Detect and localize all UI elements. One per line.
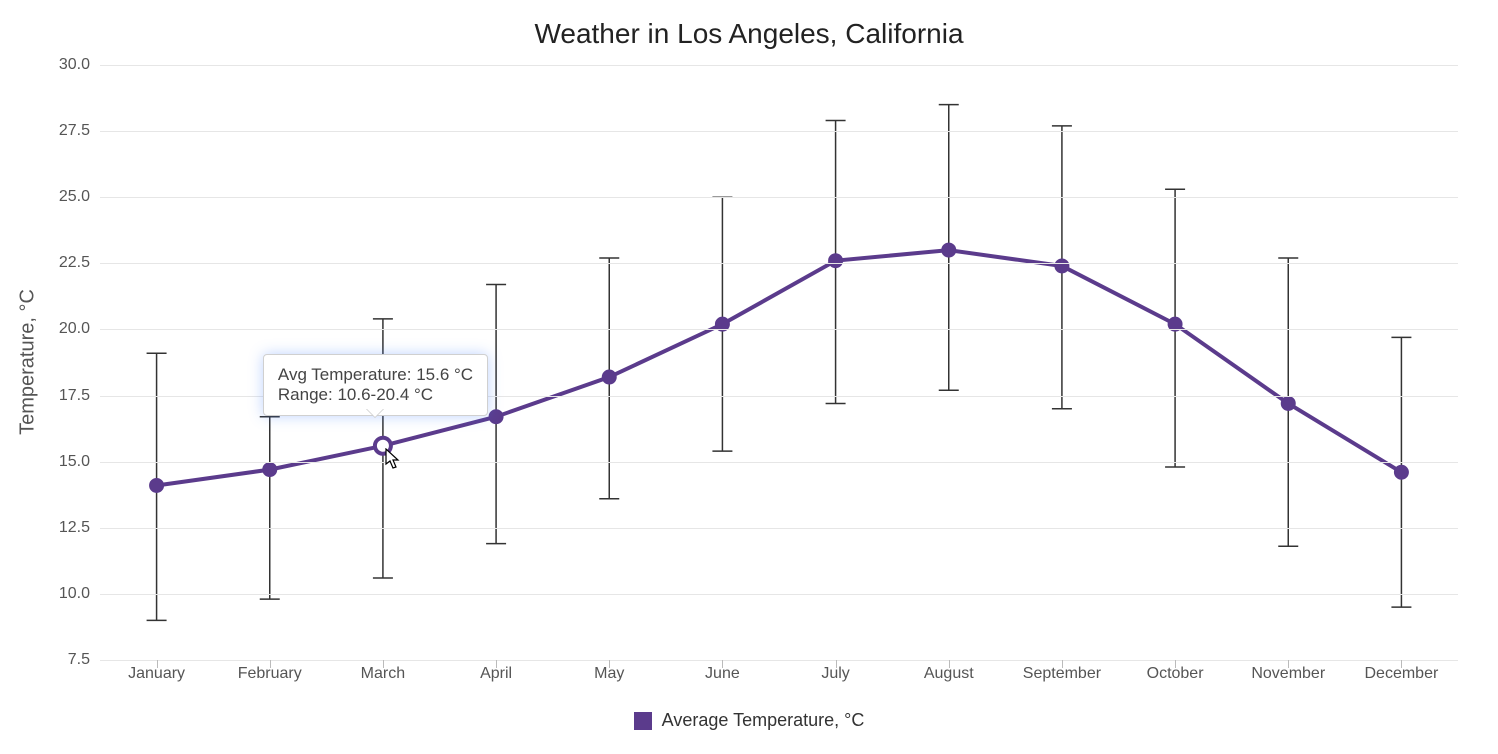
y-tick-label: 22.5 bbox=[10, 254, 90, 272]
gridline bbox=[100, 329, 1458, 330]
x-tick-label: July bbox=[821, 665, 849, 683]
x-tick-label: August bbox=[924, 665, 974, 683]
data-point[interactable] bbox=[942, 243, 956, 257]
gridline bbox=[100, 263, 1458, 264]
x-tick-label: June bbox=[705, 665, 740, 683]
x-tick-label: February bbox=[238, 665, 302, 683]
y-tick-label: 27.5 bbox=[10, 122, 90, 140]
gridline bbox=[100, 660, 1458, 661]
x-tick-label: April bbox=[480, 665, 512, 683]
gridline bbox=[100, 594, 1458, 595]
tooltip: Avg Temperature: 15.6 °C Range: 10.6-20.… bbox=[263, 354, 488, 416]
y-tick-label: 17.5 bbox=[10, 387, 90, 405]
weather-chart: Weather in Los Angeles, California Tempe… bbox=[0, 0, 1498, 754]
chart-title: Weather in Los Angeles, California bbox=[0, 18, 1498, 50]
y-tick-label: 12.5 bbox=[10, 519, 90, 537]
data-point[interactable] bbox=[375, 438, 391, 454]
y-tick-label: 7.5 bbox=[10, 651, 90, 669]
data-point[interactable] bbox=[150, 478, 164, 492]
legend-swatch bbox=[634, 712, 652, 730]
x-tick-label: November bbox=[1251, 665, 1325, 683]
gridline bbox=[100, 197, 1458, 198]
x-tick-label: January bbox=[128, 665, 185, 683]
data-point[interactable] bbox=[1394, 465, 1408, 479]
tooltip-line-1: Avg Temperature: 15.6 °C bbox=[278, 365, 473, 385]
y-axis-title: Temperature, °C bbox=[17, 289, 40, 435]
x-tick-label: October bbox=[1147, 665, 1204, 683]
gridline bbox=[100, 131, 1458, 132]
y-tick-label: 20.0 bbox=[10, 320, 90, 338]
x-tick-label: May bbox=[594, 665, 624, 683]
x-tick-label: September bbox=[1023, 665, 1101, 683]
tooltip-line-2: Range: 10.6-20.4 °C bbox=[278, 385, 473, 405]
data-point[interactable] bbox=[829, 254, 843, 268]
gridline bbox=[100, 528, 1458, 529]
data-point[interactable] bbox=[1055, 259, 1069, 273]
legend: Average Temperature, °C bbox=[0, 710, 1498, 731]
data-point[interactable] bbox=[1281, 396, 1295, 410]
data-point[interactable] bbox=[602, 370, 616, 384]
data-point[interactable] bbox=[489, 410, 503, 424]
y-tick-label: 15.0 bbox=[10, 453, 90, 471]
x-tick-label: December bbox=[1365, 665, 1439, 683]
data-point[interactable] bbox=[263, 463, 277, 477]
gridline bbox=[100, 65, 1458, 66]
y-tick-label: 30.0 bbox=[10, 56, 90, 74]
y-tick-label: 10.0 bbox=[10, 585, 90, 603]
gridline bbox=[100, 462, 1458, 463]
x-tick-label: March bbox=[361, 665, 405, 683]
y-tick-label: 25.0 bbox=[10, 188, 90, 206]
legend-label: Average Temperature, °C bbox=[662, 710, 865, 730]
